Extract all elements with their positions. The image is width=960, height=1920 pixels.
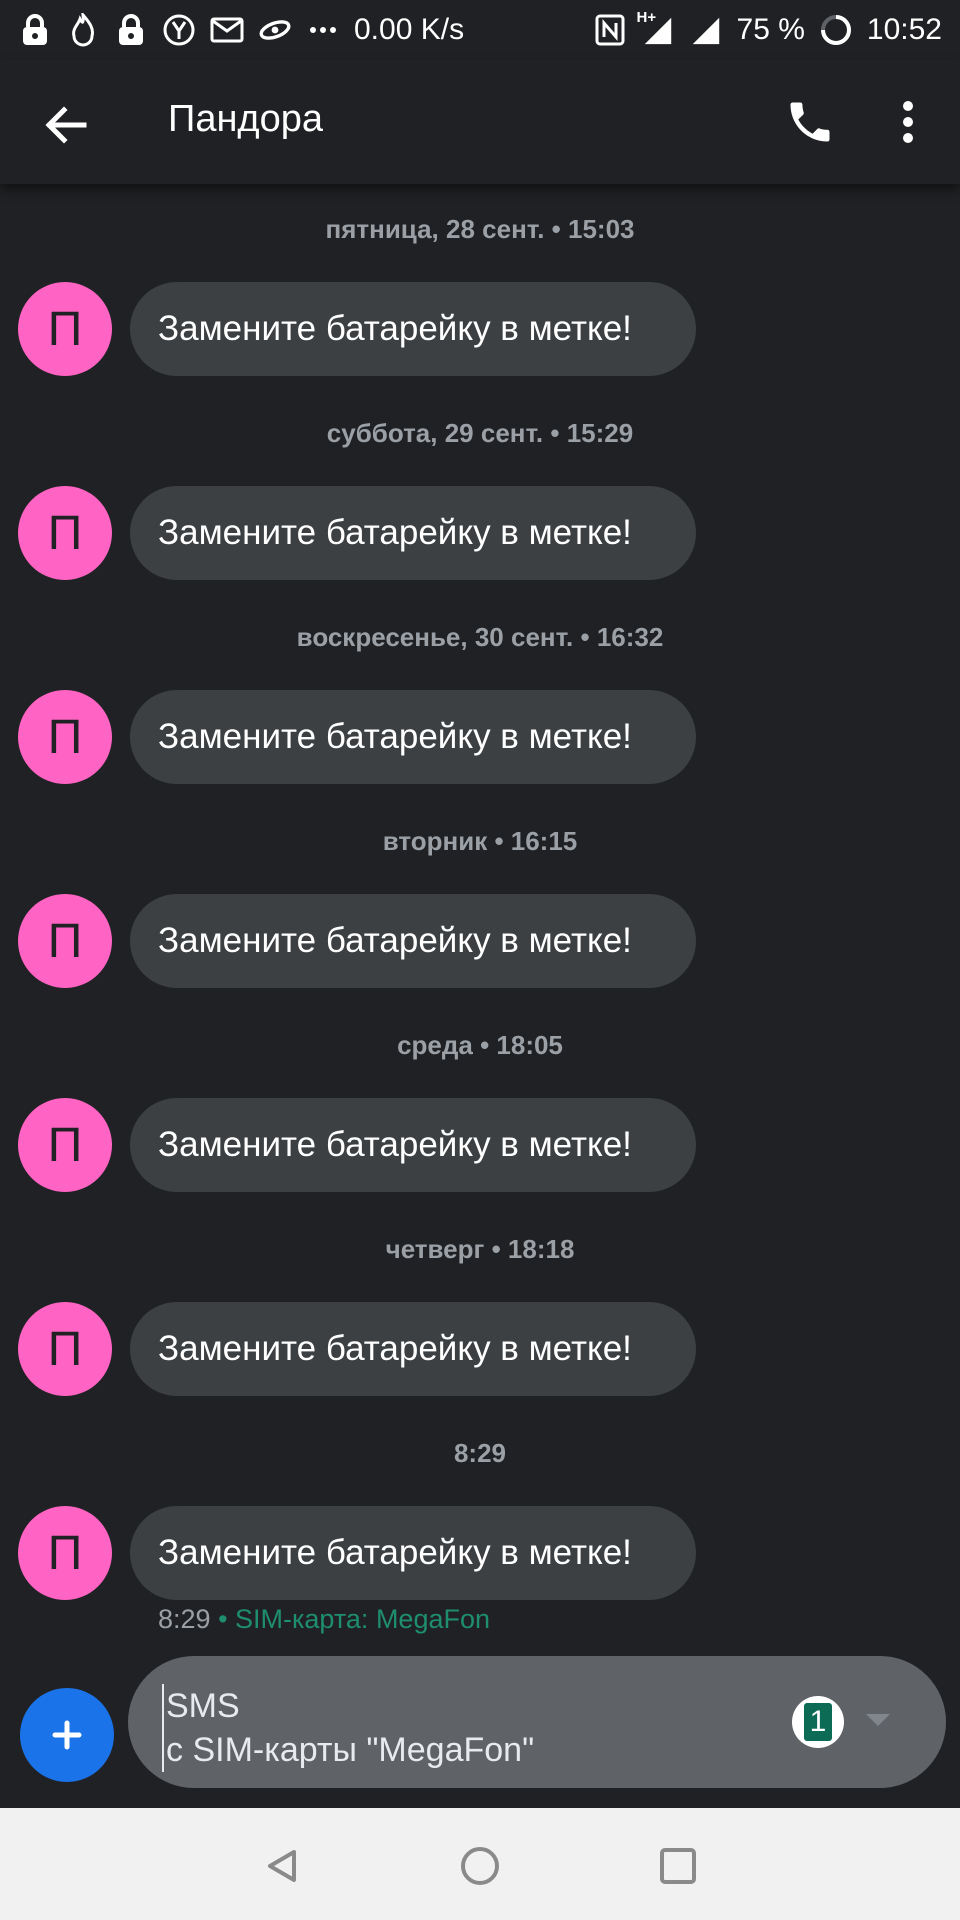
message-bubble[interactable]: Замените батарейку в метке!: [130, 894, 696, 988]
sim-selector-button[interactable]: 1: [792, 1696, 844, 1748]
message-list[interactable]: пятница, 28 сент. • 15:03 П Замените бат…: [0, 184, 960, 1644]
avatar[interactable]: П: [18, 1302, 112, 1396]
message-bubble[interactable]: Замените батарейку в метке!: [130, 690, 696, 784]
nav-back-button[interactable]: [262, 1846, 302, 1886]
placeholder-line-2: с SIM-карты "MegaFon": [166, 1731, 535, 1769]
lock-icon: [18, 13, 52, 47]
more-vert-icon: [903, 101, 913, 143]
mail-icon: [210, 13, 244, 47]
avatar[interactable]: П: [18, 486, 112, 580]
nfc-icon: [593, 13, 627, 47]
message-input[interactable]: SMS с SIM-карты "MegaFon" 1: [128, 1656, 946, 1788]
app-icon: [258, 13, 292, 47]
avatar[interactable]: П: [18, 894, 112, 988]
message-bubble[interactable]: Замените батарейку в метке!: [130, 1098, 696, 1192]
more-options-button[interactable]: [888, 96, 928, 148]
clock: 10:52: [866, 13, 942, 46]
conversation-title: Пандора: [168, 98, 324, 140]
message-timestamp: вторник • 16:15: [382, 826, 578, 856]
placeholder-line-1: SMS: [166, 1687, 240, 1725]
status-bar: 0.00 K/s H+ 75 % 10:52: [0, 0, 960, 60]
phone-icon: [790, 102, 830, 142]
message-timestamp: 8:29: [453, 1438, 507, 1468]
system-nav-bar: [0, 1808, 960, 1920]
lock-icon: [114, 13, 148, 47]
app-bar: Пандора: [0, 60, 960, 184]
signal-icon: [689, 13, 723, 47]
triangle-back-icon: [268, 1850, 296, 1882]
square-recents-icon: [660, 1848, 696, 1884]
fire-icon: [66, 13, 100, 47]
call-button[interactable]: [784, 96, 836, 148]
more-notifications-icon: [306, 13, 340, 47]
message-bubble[interactable]: Замените батарейку в метке!: [130, 282, 696, 376]
nav-home-button[interactable]: [458, 1844, 502, 1888]
status-right-icons: H+ 75 % 10:52: [593, 9, 942, 47]
message-timestamp: суббота, 29 сент. • 15:29: [326, 418, 634, 448]
network-type: H+: [636, 9, 657, 26]
network-speed: 0.00 K/s: [354, 13, 465, 46]
avatar[interactable]: П: [18, 282, 112, 376]
circle-home-icon: [461, 1847, 499, 1885]
battery-percent: 75 %: [736, 13, 805, 46]
message-bubble[interactable]: Замените батарейку в метке!: [130, 1506, 696, 1600]
message-input-placeholder: SMS с SIM-карты "MegaFon": [162, 1684, 534, 1772]
plus-icon: [52, 1720, 82, 1750]
signal-icon: H+: [637, 9, 675, 47]
arrow-back-icon: [45, 106, 87, 144]
battery-ring-icon: [819, 13, 853, 47]
sim-number: 1: [804, 1703, 832, 1741]
back-button[interactable]: [40, 100, 90, 150]
message-timestamp: воскресенье, 30 сент. • 16:32: [296, 622, 664, 652]
message-bubble[interactable]: Замените батарейку в метке!: [130, 486, 696, 580]
avatar[interactable]: П: [18, 1098, 112, 1192]
message-timestamp: пятница, 28 сент. • 15:03: [325, 214, 635, 244]
message-meta: 8:29 • SIM-карта: MegaFon: [158, 1604, 490, 1635]
message-timestamp: среда • 18:05: [397, 1030, 563, 1060]
message-bubble[interactable]: Замените батарейку в метке!: [130, 1302, 696, 1396]
browser-icon: [162, 13, 196, 47]
avatar[interactable]: П: [18, 690, 112, 784]
attach-button[interactable]: [20, 1688, 114, 1782]
message-timestamp: четверг • 18:18: [385, 1234, 575, 1264]
dropdown-arrow-icon[interactable]: [866, 1714, 890, 1726]
nav-recents-button[interactable]: [656, 1844, 700, 1888]
sim-label: • SIM-карта: MegaFon: [210, 1604, 491, 1634]
message-time: 8:29: [158, 1604, 211, 1634]
status-left-icons: 0.00 K/s: [18, 13, 464, 47]
avatar[interactable]: П: [18, 1506, 112, 1600]
